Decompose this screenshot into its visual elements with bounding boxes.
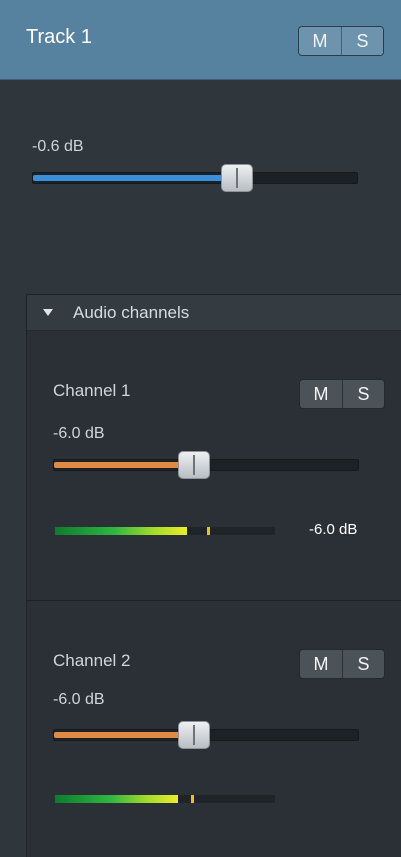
channel-2-meter-level — [55, 795, 179, 803]
channel-1-meter-readout: -6.0 dB — [309, 521, 358, 538]
channel-2-level-meter — [55, 795, 275, 803]
track-volume-handle[interactable] — [221, 164, 254, 192]
channel-2-volume-fill — [54, 732, 194, 738]
track-mute-button[interactable]: M — [299, 27, 341, 55]
channel-1-name: Channel 1 — [53, 381, 131, 400]
channel-1-volume-fill — [54, 462, 194, 468]
audio-channels-header[interactable]: Audio channels — [27, 295, 401, 331]
collapse-triangle-icon[interactable] — [43, 309, 53, 316]
channel-1-block: Channel 1 M S -6.0 dB -6.0 dB — [27, 331, 401, 601]
channel-2-mute-solo-group: M S — [299, 649, 385, 679]
channel-1-meter-peak — [206, 527, 210, 535]
track-volume-label: -0.6 dB — [32, 138, 84, 155]
channel-2-mute-button[interactable]: M — [300, 650, 342, 678]
channel-1-volume-handle[interactable] — [177, 451, 210, 479]
channel-2-name: Channel 2 — [53, 651, 131, 670]
channel-2-meter-peak — [191, 795, 195, 803]
channel-1-mute-button[interactable]: M — [300, 380, 342, 408]
channel-1-solo-button[interactable]: S — [342, 380, 384, 408]
track-volume-fill — [33, 175, 238, 181]
track-solo-button[interactable]: S — [341, 27, 383, 55]
channel-1-meter-level — [55, 527, 187, 535]
channel-1-mute-solo-group: M S — [299, 379, 385, 409]
channel-1-volume-label: -6.0 dB — [53, 425, 105, 442]
track-volume-fader[interactable] — [32, 164, 358, 192]
channel-2-volume-handle[interactable] — [177, 721, 210, 749]
audio-channels-section: Audio channels Channel 1 M S -6.0 dB -6.… — [26, 294, 401, 857]
channel-2-block: Channel 2 M S -6.0 dB — [27, 601, 401, 857]
track-title: Track 1 — [26, 26, 92, 48]
audio-channels-title: Audio channels — [73, 303, 190, 322]
track-header: Track 1 M S — [0, 0, 401, 80]
track-panel: Track 1 M S -0.6 dB Audio channels Chann… — [0, 0, 401, 857]
track-mute-solo-group: M S — [298, 26, 384, 56]
channel-2-volume-label: -6.0 dB — [53, 691, 105, 708]
channel-2-solo-button[interactable]: S — [342, 650, 384, 678]
channel-2-volume-fader[interactable] — [53, 721, 359, 749]
channel-1-volume-fader[interactable] — [53, 451, 359, 479]
channel-1-level-meter — [55, 527, 275, 535]
